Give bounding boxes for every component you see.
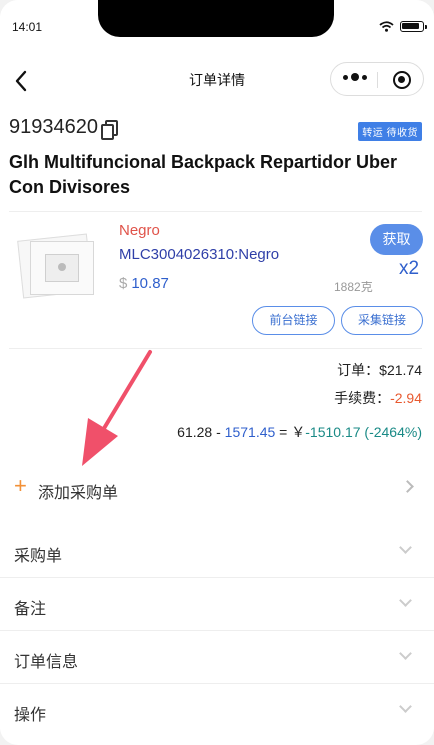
fee-line: 手续费：-2.94 — [334, 388, 422, 408]
front-link-button[interactable]: 前台链接 — [252, 306, 335, 335]
add-purchase-label: 添加采购单 — [38, 485, 119, 502]
collect-link-button[interactable]: 采集链接 — [341, 306, 423, 335]
fetch-button[interactable]: 获取 — [370, 224, 423, 255]
item-weight: 1882克 — [334, 280, 373, 294]
profit-calculation: 61.28 - 1571.45 = ￥-1510.17 (-2464%) — [177, 422, 422, 442]
target-icon[interactable] — [393, 71, 411, 89]
item-variant: Negro — [119, 222, 160, 239]
calc-b: 1571.45 — [224, 424, 276, 440]
order-id-text: 91934620 — [9, 116, 98, 138]
item-price: $10.87 — [119, 275, 169, 292]
section-order-info[interactable]: 订单信息 — [0, 632, 434, 684]
price-value: 10.87 — [131, 275, 169, 292]
currency-symbol: $ — [119, 275, 128, 292]
calc-result: -1510.17 (-2464%) — [305, 424, 422, 440]
status-icons — [379, 21, 427, 32]
capsule-separator — [377, 72, 378, 88]
section-label: 采购单 — [14, 548, 63, 565]
item-sku: MLC3004026310:Negro — [119, 246, 280, 263]
fee-label: 手续费： — [334, 390, 391, 406]
phone-screen: 14:01 订单详情 91934620 转运 待收货 Glh Multifunc… — [0, 0, 434, 745]
order-card: 91934620 转运 待收货 Glh Multifuncional Backp… — [0, 106, 434, 452]
add-purchase-row[interactable]: + 添加采购单 — [0, 462, 434, 514]
product-image[interactable] — [16, 233, 100, 303]
order-total-label: 订单： — [337, 362, 380, 378]
plus-icon: + — [14, 473, 27, 498]
status-time: 14:01 — [12, 20, 43, 34]
section-label: 操作 — [14, 707, 47, 724]
more-dots-icon[interactable] — [343, 73, 367, 81]
fee-value: -2.94 — [390, 390, 422, 406]
chevron-down-icon — [399, 541, 412, 554]
copy-icon[interactable] — [100, 119, 118, 140]
order-total-value: $21.74 — [379, 362, 422, 378]
divider — [9, 348, 422, 349]
miniprogram-capsule — [330, 62, 424, 96]
section-label: 备注 — [14, 601, 47, 618]
calc-minus: - — [212, 424, 225, 440]
order-id: 91934620 — [9, 116, 118, 140]
chevron-down-icon — [399, 700, 412, 713]
chevron-down-icon — [399, 594, 412, 607]
nav-bar: 订单详情 — [0, 54, 434, 106]
calc-a: 61.28 — [177, 424, 213, 440]
wifi-icon — [379, 21, 394, 32]
chevron-right-icon — [401, 480, 414, 493]
section-label: 订单信息 — [14, 654, 79, 671]
status-badge: 转运 待收货 — [358, 122, 422, 141]
status-bar: 14:01 — [0, 0, 434, 46]
chevron-down-icon — [399, 647, 412, 660]
notch — [98, 0, 334, 37]
battery-icon — [400, 21, 427, 32]
divider — [9, 211, 422, 212]
section-purchase-orders[interactable]: 采购单 — [0, 526, 434, 578]
item-quantity: x2 — [399, 258, 420, 279]
product-title: Glh Multifuncional Backpack Repartidor U… — [9, 152, 398, 197]
calc-eq: = ￥ — [275, 424, 306, 440]
order-total: 订单：$21.74 — [337, 360, 422, 380]
section-actions[interactable]: 操作 — [0, 685, 434, 737]
section-notes[interactable]: 备注 — [0, 579, 434, 631]
